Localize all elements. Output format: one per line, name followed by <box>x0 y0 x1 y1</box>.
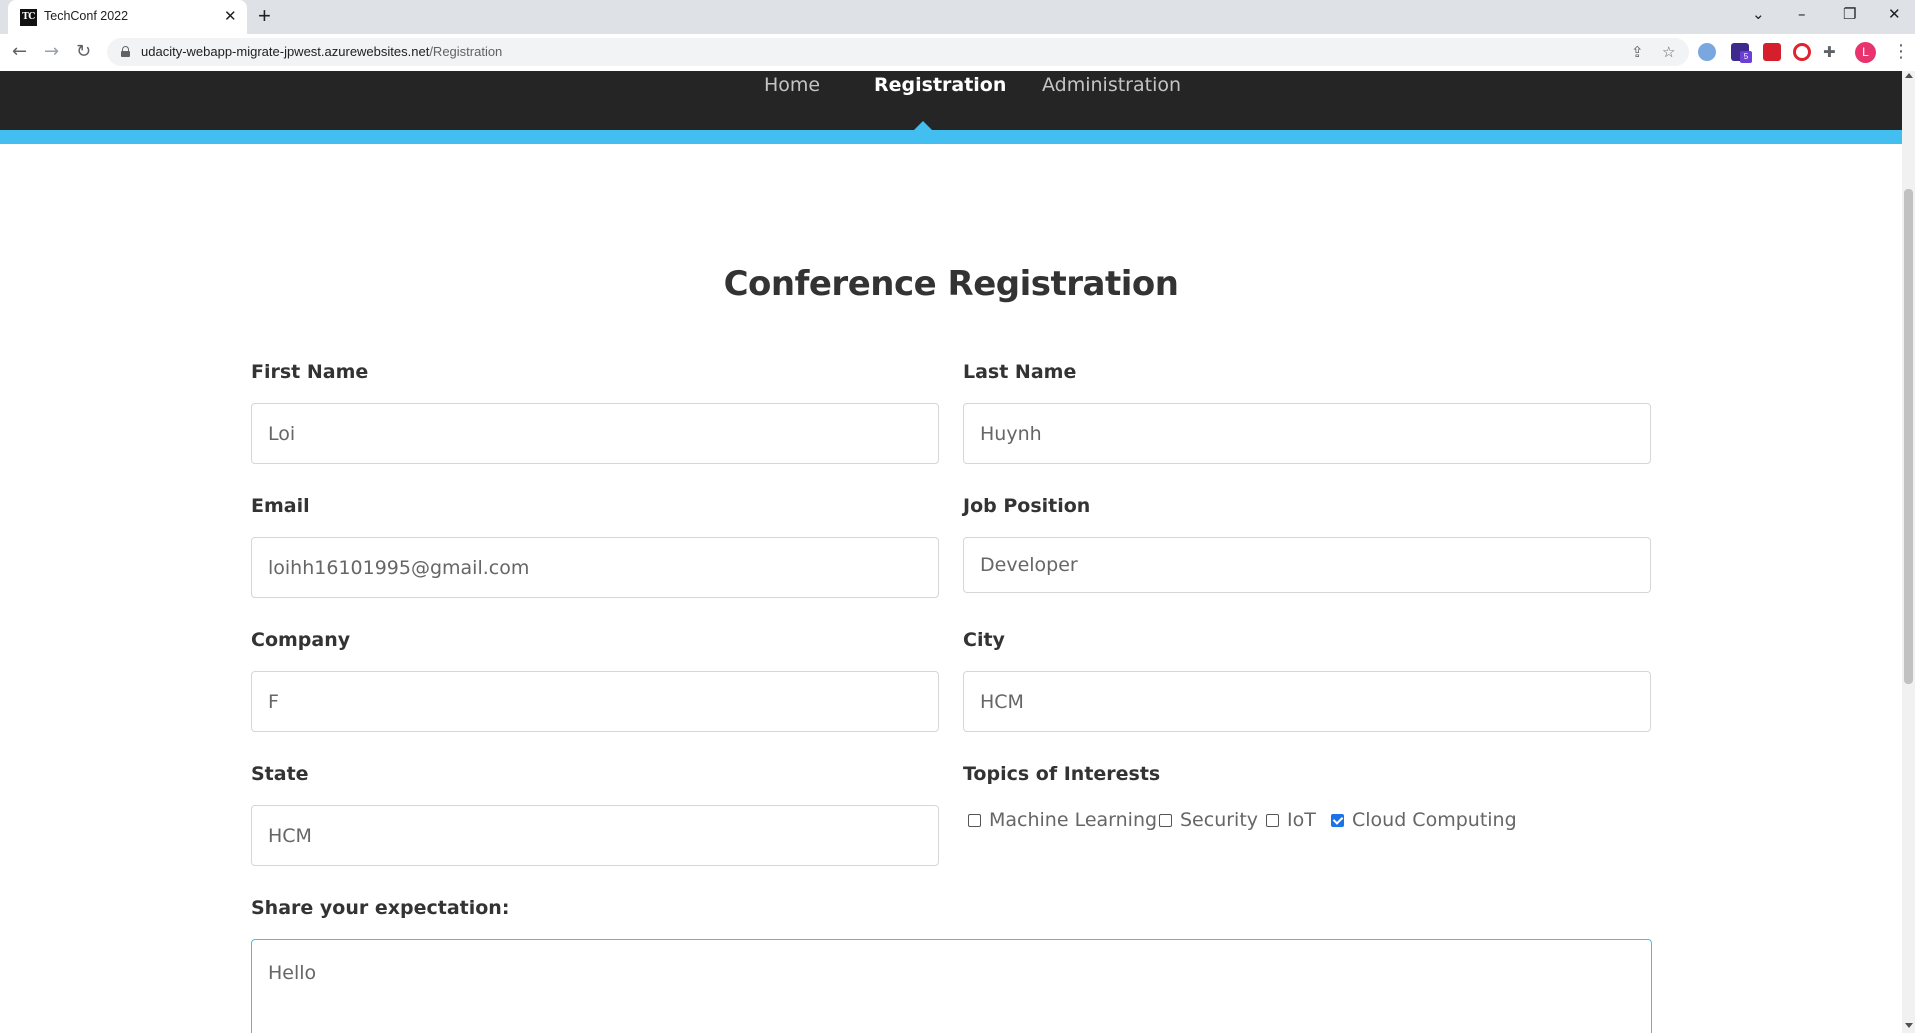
company-label: Company <box>251 629 351 651</box>
browser-toolbar: ← → ↻ udacity-webapp-migrate-jpwest.azur… <box>0 34 1915 71</box>
navbar-accent-stripe <box>0 130 1902 144</box>
tab-close-icon[interactable]: ✕ <box>224 6 237 26</box>
email-label: Email <box>251 495 310 517</box>
topic-checkbox[interactable] <box>1266 814 1279 827</box>
company-input[interactable] <box>251 671 939 732</box>
nav-administration-link[interactable]: Administration <box>1042 71 1181 99</box>
topic-label: Security <box>1180 809 1259 831</box>
window-close-icon[interactable]: ✕ <box>1888 3 1901 25</box>
expectation-textarea[interactable]: Hello <box>251 939 1652 1033</box>
scroll-down-arrow-icon[interactable] <box>1905 1023 1913 1028</box>
extensions-puzzle-icon[interactable]: ✚ <box>1823 43 1836 61</box>
extension-icon[interactable] <box>1698 43 1716 61</box>
topic-checkbox[interactable] <box>968 814 981 827</box>
last-name-label: Last Name <box>963 361 1077 383</box>
browser-menu-icon[interactable]: ⋮ <box>1892 41 1910 63</box>
city-input[interactable] <box>963 671 1651 732</box>
reload-icon[interactable]: ↻ <box>76 41 91 63</box>
techconf-favicon-icon: TC <box>20 9 37 26</box>
scrollbar-thumb[interactable] <box>1904 189 1913 684</box>
job-position-label: Job Position <box>963 495 1091 517</box>
nav-home-link[interactable]: Home <box>764 71 820 99</box>
back-icon[interactable]: ← <box>12 41 27 63</box>
extension-icon[interactable] <box>1763 43 1781 61</box>
url-path: /Registration <box>429 44 503 59</box>
minimize-icon[interactable]: – <box>1798 3 1806 25</box>
city-label: City <box>963 629 1005 651</box>
share-icon[interactable]: ⇪ <box>1631 43 1644 61</box>
lock-icon[interactable] <box>121 46 130 57</box>
page-viewport: Home Registration Administration Confere… <box>0 71 1915 1033</box>
topic-label: IoT <box>1287 809 1316 831</box>
last-name-input[interactable] <box>963 403 1651 464</box>
bookmark-star-icon[interactable]: ☆ <box>1662 43 1675 61</box>
job-position-input[interactable] <box>963 537 1651 593</box>
site-navbar: Home Registration Administration <box>0 71 1902 130</box>
tab-title: TechConf 2022 <box>44 9 129 23</box>
browser-tab-bar: TC TechConf 2022 ✕ + ⌄ – ❐ ✕ <box>0 0 1915 34</box>
page-scrollbar[interactable] <box>1902 71 1915 1033</box>
state-input[interactable] <box>251 805 939 866</box>
tab-search-icon[interactable]: ⌄ <box>1752 3 1765 25</box>
topic-checkbox[interactable] <box>1159 814 1172 827</box>
first-name-label: First Name <box>251 361 369 383</box>
restore-icon[interactable]: ❐ <box>1843 3 1856 25</box>
profile-avatar[interactable]: L <box>1855 42 1876 63</box>
extension-icon[interactable]: 5 <box>1731 43 1752 63</box>
forward-icon[interactable]: → <box>44 41 59 63</box>
url-domain: udacity-webapp-migrate-jpwest.azurewebsi… <box>141 44 430 59</box>
scroll-up-arrow-icon[interactable] <box>1905 73 1913 78</box>
state-label: State <box>251 763 309 785</box>
active-nav-indicator <box>914 121 932 130</box>
topics-label: Topics of Interests <box>963 763 1161 785</box>
url-text[interactable]: udacity-webapp-migrate-jpwest.azurewebsi… <box>141 44 502 59</box>
topic-checkbox[interactable] <box>1331 814 1344 827</box>
nav-registration-link[interactable]: Registration <box>874 71 1006 99</box>
expectation-label: Share your expectation: <box>251 897 510 919</box>
address-bar[interactable]: udacity-webapp-migrate-jpwest.azurewebsi… <box>107 38 1689 66</box>
browser-tab[interactable]: TC TechConf 2022 ✕ <box>8 0 247 34</box>
email-input[interactable] <box>251 537 939 598</box>
opera-icon[interactable] <box>1793 43 1811 61</box>
topic-label: Cloud Computing <box>1352 809 1517 831</box>
new-tab-icon[interactable]: + <box>258 4 271 28</box>
extension-badge: 5 <box>1740 51 1752 63</box>
first-name-input[interactable] <box>251 403 939 464</box>
topic-label: Machine Learning <box>989 809 1158 831</box>
page-title: Conference Registration <box>723 264 1179 304</box>
